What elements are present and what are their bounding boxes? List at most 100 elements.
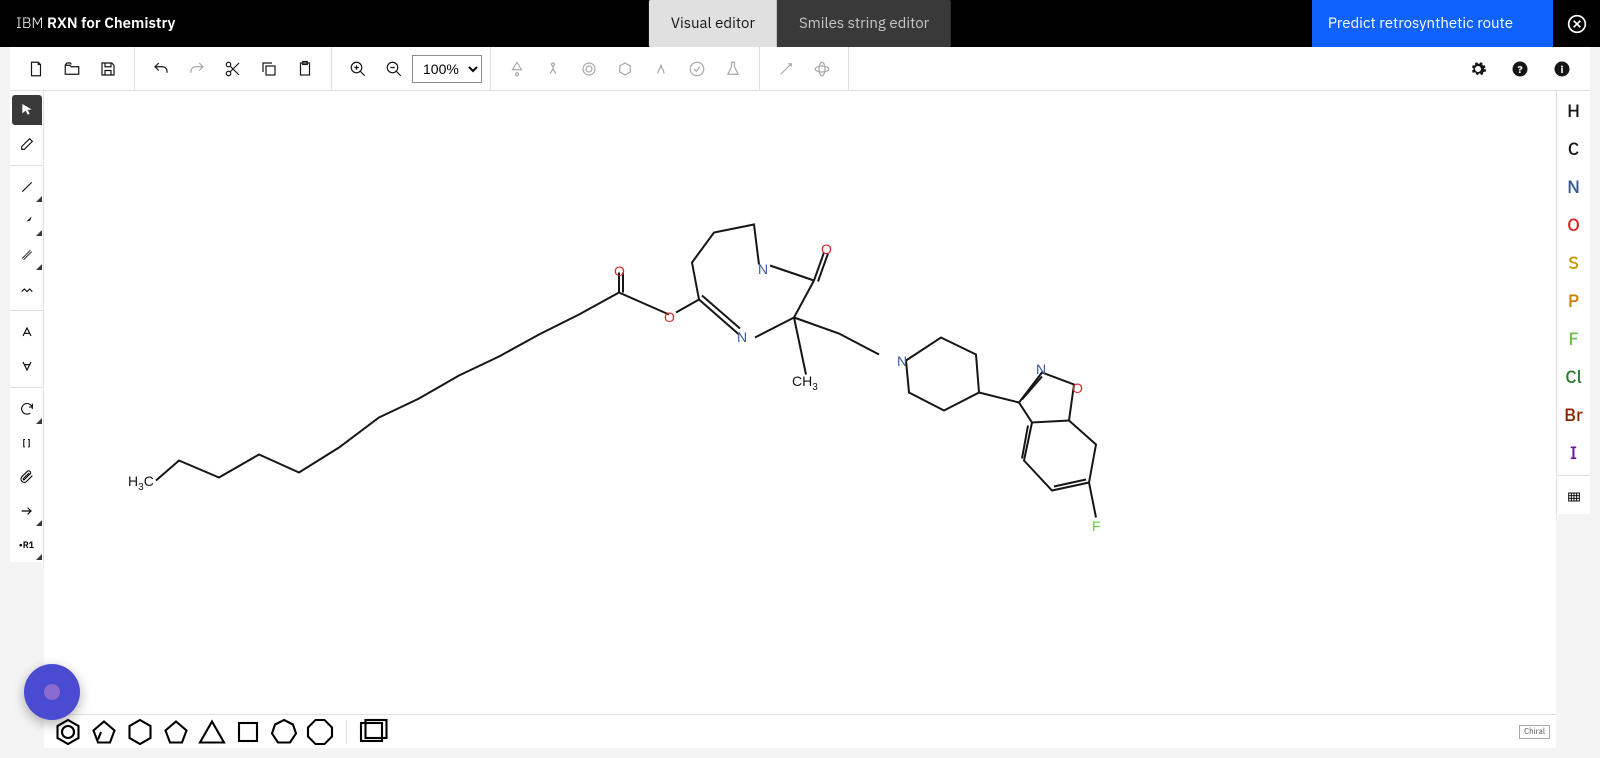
tab-smiles-editor[interactable]: Smiles string editor [777,0,951,47]
cut-button[interactable] [215,51,251,87]
rotate-icon [19,401,35,417]
settings-button[interactable] [1460,51,1496,87]
zoom-out-button[interactable] [376,51,412,87]
cycloheptane-ring[interactable] [266,717,302,747]
check-structure-button[interactable] [679,51,715,87]
element-S[interactable]: S [1557,243,1591,281]
cyclopentadiene-ring[interactable] [86,717,122,747]
open-file-button[interactable] [54,51,90,87]
select-tool[interactable] [12,95,42,125]
transform-tool[interactable] [12,394,42,424]
rings-toolbar: Chiral [44,714,1556,748]
element-N[interactable]: N [1557,167,1591,205]
gear-icon [1469,60,1487,78]
predict-retrosynthetic-button[interactable]: Predict retrosynthetic route [1312,0,1553,47]
element-F[interactable]: F [1557,319,1591,357]
clean-group [491,47,760,90]
element-Cl[interactable]: Cl [1557,357,1591,395]
chat-fab[interactable] [24,664,80,720]
double-bond-tool[interactable] [12,240,42,270]
app-header: IBM RXN for Chemistry Visual editor Smil… [0,0,1600,47]
zoom-select[interactable]: 100% [412,55,482,83]
atom-label: N [758,261,768,277]
charge-tool[interactable] [12,351,42,381]
cursor-icon [19,102,35,118]
editor-tab-switch: Visual editor Smiles string editor [649,0,951,47]
element-O[interactable]: O [1557,205,1591,243]
copy-icon [260,60,278,78]
zoom-group: 100% [332,47,491,90]
layout-button[interactable] [499,51,535,87]
wand-icon [777,60,795,78]
atom-label: O [1072,380,1083,396]
element-Br[interactable]: Br [1557,395,1591,433]
cyclohexane-ring[interactable] [122,717,158,747]
chiral-flag[interactable]: Chiral [1519,725,1550,739]
calc-cip-button[interactable] [643,51,679,87]
paperclip-icon [19,469,35,485]
octagon-icon [302,714,338,750]
tab-visual-editor[interactable]: Visual editor [649,0,777,47]
zoom-in-button[interactable] [340,51,376,87]
element-I[interactable]: I [1557,433,1591,471]
miew-button[interactable] [804,51,840,87]
eraser-icon [19,136,35,152]
atom-label: O [614,263,625,279]
close-button[interactable] [1553,0,1600,47]
rgroup-tool[interactable]: •R1 [12,530,42,560]
cyclopentane-ring[interactable] [158,717,194,747]
chat-fab-dot [44,684,60,700]
element-C[interactable]: C [1557,129,1591,167]
atom-label: O [821,241,832,257]
erase-tool[interactable] [12,129,42,159]
atom-label: CH3 [792,373,818,393]
redo-button[interactable] [179,51,215,87]
layout-icon [508,60,526,78]
analysis-button[interactable] [768,51,804,87]
help-button[interactable]: ? [1502,51,1538,87]
left-toolbar: [ ] •R1 [10,91,44,562]
svg-text:?: ? [1517,61,1522,75]
close-icon [1567,14,1587,34]
element-P[interactable]: P [1557,281,1591,319]
help-icon: ? [1511,60,1529,78]
template-library-button[interactable] [355,717,391,747]
redo-icon [188,60,206,78]
undo-button[interactable] [143,51,179,87]
calc-values-button[interactable] [715,51,751,87]
top-toolbar: 100% ? i [10,47,1590,91]
dearomatize-button[interactable] [607,51,643,87]
copy-button[interactable] [251,51,287,87]
wedge-bond-tool[interactable] [12,206,42,236]
reaction-arrow-tool[interactable] [12,496,42,526]
r1-label: •R1 [19,540,34,551]
brand: IBM RXN for Chemistry [0,14,175,33]
cyclooctane-ring[interactable] [302,717,338,747]
atom-label: N [737,329,747,345]
paste-button[interactable] [287,51,323,87]
new-file-button[interactable] [18,51,54,87]
cyclopropane-ring[interactable] [194,717,230,747]
bond-single-icon [19,179,35,195]
stereo-tool[interactable] [12,317,42,347]
hexagon-icon [122,714,158,750]
stereo-icon [19,324,35,340]
attach-tool[interactable] [12,462,42,492]
aromatize-button[interactable] [571,51,607,87]
molecule-canvas[interactable]: H3COONNOCH3NNOF [44,91,1556,714]
about-button[interactable]: i [1544,51,1580,87]
element-H[interactable]: H [1557,91,1591,129]
elements-toolbar: H C N O S P F Cl Br I [1556,91,1590,514]
scissors-icon [224,60,242,78]
sgroup-tool[interactable]: [ ] [12,428,42,458]
chain-tool[interactable] [12,274,42,304]
paste-icon [296,60,314,78]
atom-label: O [664,309,675,325]
single-bond-tool[interactable] [12,172,42,202]
benzene-ring[interactable] [50,717,86,747]
clean-button[interactable] [535,51,571,87]
atom-label: F [1092,518,1101,534]
cyclobutane-ring[interactable] [230,717,266,747]
save-file-button[interactable] [90,51,126,87]
periodic-table-button[interactable] [1559,482,1589,512]
